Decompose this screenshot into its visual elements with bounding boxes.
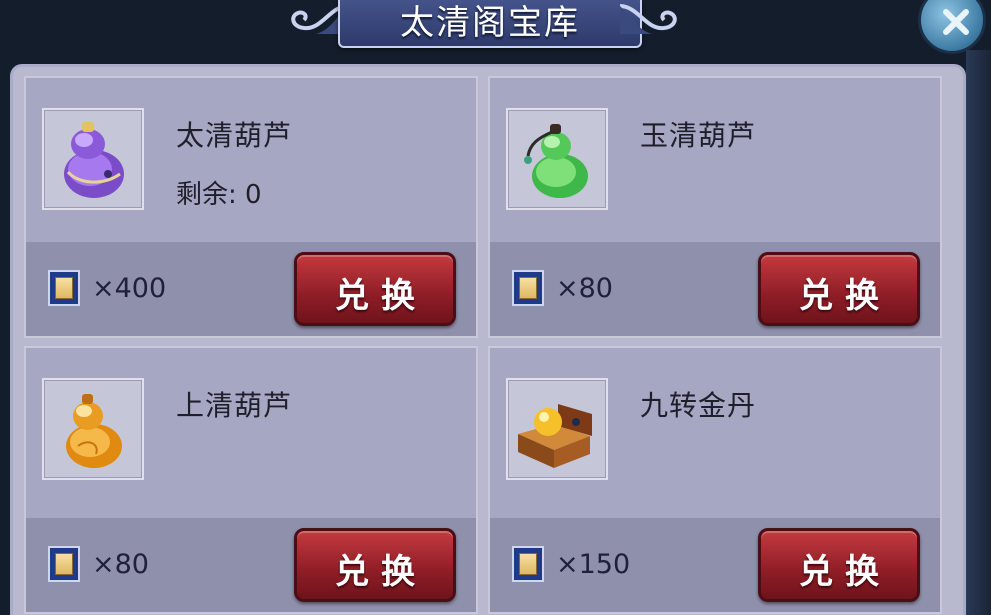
scroll-token-icon — [512, 546, 544, 582]
exchange-button[interactable]: 兑换 — [294, 528, 456, 602]
item-card-taiqing-gourd: 太清葫芦 剩余: 0 ×400 兑换 — [24, 76, 478, 338]
item-remaining: 剩余: 0 — [176, 180, 262, 210]
orange-gourd-icon — [42, 378, 144, 480]
scroll-token-icon — [48, 546, 80, 582]
exchange-button[interactable]: 兑换 — [758, 528, 920, 602]
item-name: 九转金丹 — [640, 389, 757, 422]
purple-gourd-icon — [42, 108, 144, 210]
exchange-button[interactable]: 兑换 — [294, 252, 456, 326]
exchange-button-label: 兑换 — [335, 276, 427, 316]
close-icon — [943, 9, 969, 35]
scroll-token-icon — [512, 270, 544, 306]
title-banner: 太清阁宝库 — [338, 0, 642, 48]
scroll-token-icon — [48, 270, 80, 306]
page-title: 太清阁宝库 — [400, 3, 580, 43]
exchange-button[interactable]: 兑换 — [758, 252, 920, 326]
item-card-jiuzhuan-elixir: 九转金丹 ×150 兑换 — [488, 346, 942, 614]
banner-ornament-right — [619, 4, 677, 34]
item-card-yuqing-gourd: 玉清葫芦 ×80 兑换 — [488, 76, 942, 338]
item-cost: ×150 — [556, 549, 631, 580]
close-button[interactable] — [918, 0, 986, 54]
item-name: 太清葫芦 — [176, 119, 293, 152]
card-cost-bar: ×150 兑换 — [490, 518, 940, 612]
exchange-button-label: 兑换 — [799, 552, 891, 592]
card-cost-bar: ×80 兑换 — [26, 518, 476, 612]
item-cost: ×400 — [92, 273, 167, 304]
item-name: 上清葫芦 — [176, 389, 293, 422]
exchange-button-label: 兑换 — [799, 276, 891, 316]
card-cost-bar: ×80 兑换 — [490, 242, 940, 336]
item-cost: ×80 — [556, 273, 613, 304]
treasury-screen: 太清阁宝库 太清葫芦 剩余: 0 ×400 兑换 玉清葫芦 ×80 兑换 上清葫… — [0, 0, 991, 615]
golden-elixir-box-icon — [506, 378, 608, 480]
green-gourd-icon — [506, 108, 608, 210]
item-cost: ×80 — [92, 549, 149, 580]
window-edge — [966, 50, 991, 615]
card-cost-bar: ×400 兑换 — [26, 242, 476, 336]
exchange-button-label: 兑换 — [335, 552, 427, 592]
item-card-shangqing-gourd: 上清葫芦 ×80 兑换 — [24, 346, 478, 614]
item-name: 玉清葫芦 — [640, 119, 757, 152]
